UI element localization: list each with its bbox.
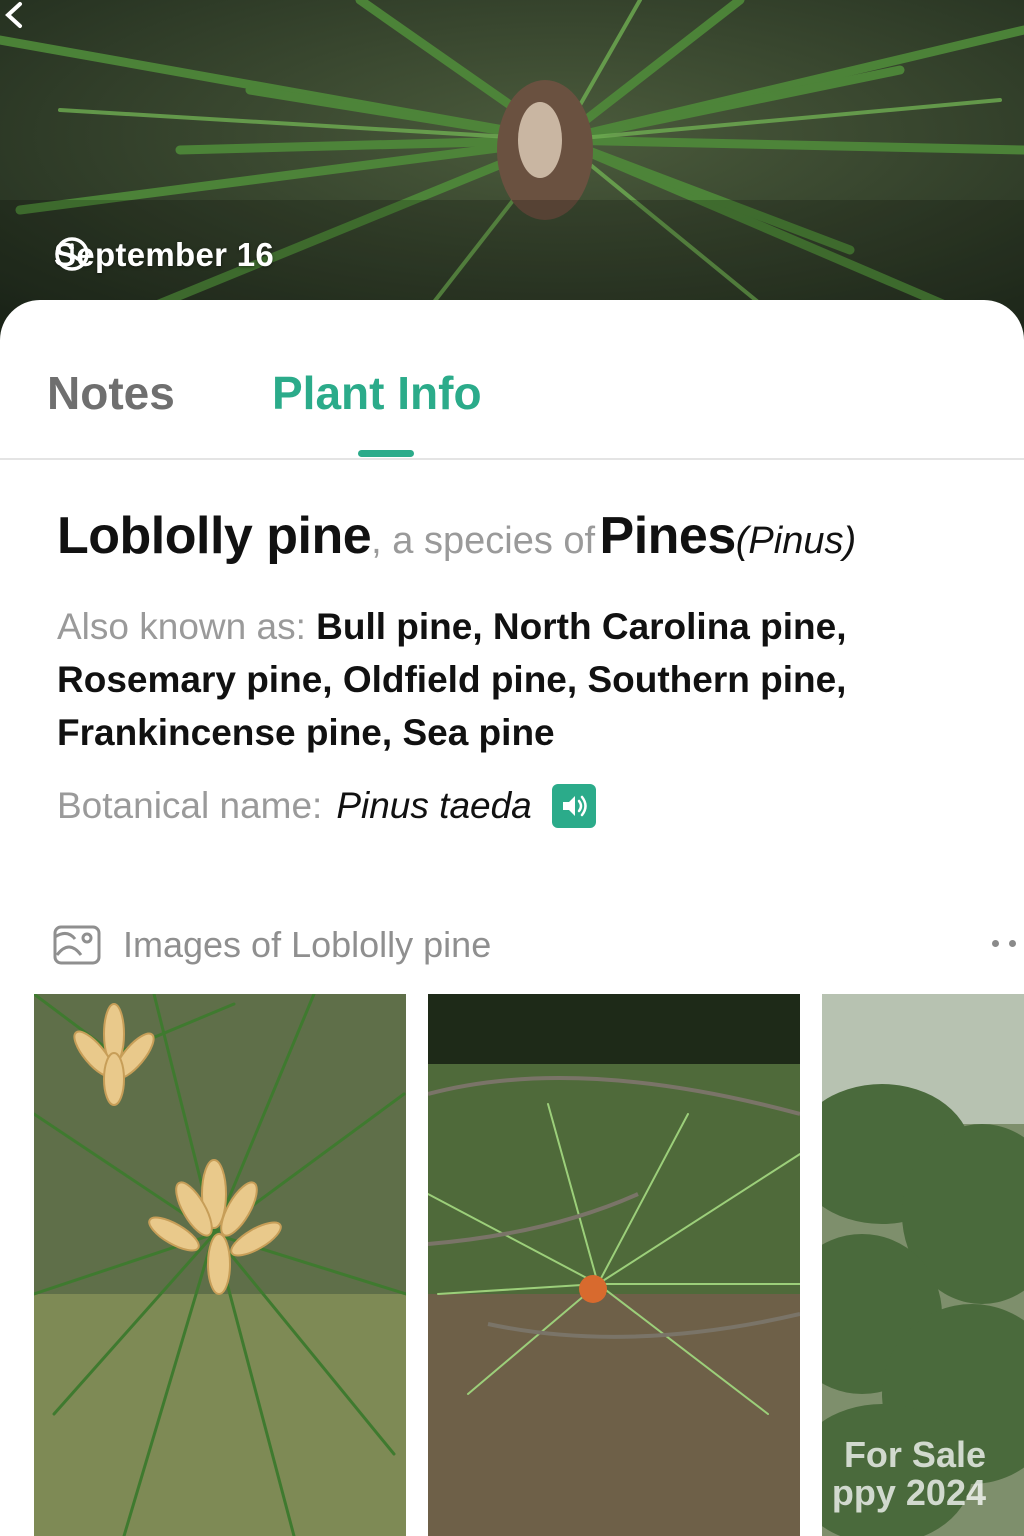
- common-name: Loblolly pine: [57, 507, 372, 565]
- clock-icon: [55, 237, 89, 271]
- botanical-value: Pinus taeda: [336, 785, 532, 826]
- plant-image-2[interactable]: [428, 994, 800, 1536]
- active-tab-indicator: [358, 450, 414, 457]
- image-gallery-icon: [53, 925, 101, 965]
- tab-notes[interactable]: Notes: [47, 366, 175, 420]
- genus-link[interactable]: Pines: [600, 507, 737, 565]
- speaker-icon[interactable]: [551, 784, 596, 828]
- tab-bar: Notes Plant Info: [0, 300, 1024, 460]
- genus-latin: (Pinus): [735, 520, 857, 562]
- pine-needles-photo: [0, 0, 1024, 340]
- tab-plant-info[interactable]: Plant Info: [272, 366, 482, 420]
- plant-title: Loblolly pine, a species of Pines(Pinus): [57, 506, 1007, 566]
- botanical-label: Botanical name:: [57, 785, 323, 826]
- images-section-label: Images of Loblolly pine: [123, 924, 492, 965]
- also-known-as: Also known as: Bull pine, North Carolina…: [57, 600, 997, 759]
- aka-label: Also known as:: [57, 606, 306, 647]
- chevron-left-icon[interactable]: [0, 0, 30, 30]
- botanical-name-row: Botanical name: Pinus taeda: [57, 784, 596, 828]
- info-sheet: Notes Plant Info Loblolly pine, a specie…: [0, 300, 1024, 1536]
- watermark-line-2: ppy 2024: [831, 1472, 986, 1513]
- more-options-icon[interactable]: [992, 940, 1016, 947]
- plant-image-3[interactable]: For Sale ppy 2024: [822, 994, 1024, 1536]
- watermark-line-1: For Sale: [843, 1434, 986, 1475]
- hero-photo: September 16: [0, 0, 1024, 340]
- images-section-header: Images of Loblolly pine: [53, 924, 491, 966]
- species-of-text: , a species of: [371, 520, 596, 562]
- watermark: For Sale ppy 2024: [826, 1436, 986, 1512]
- date-stamp: September 16: [54, 236, 274, 274]
- plant-image-1[interactable]: [34, 994, 406, 1536]
